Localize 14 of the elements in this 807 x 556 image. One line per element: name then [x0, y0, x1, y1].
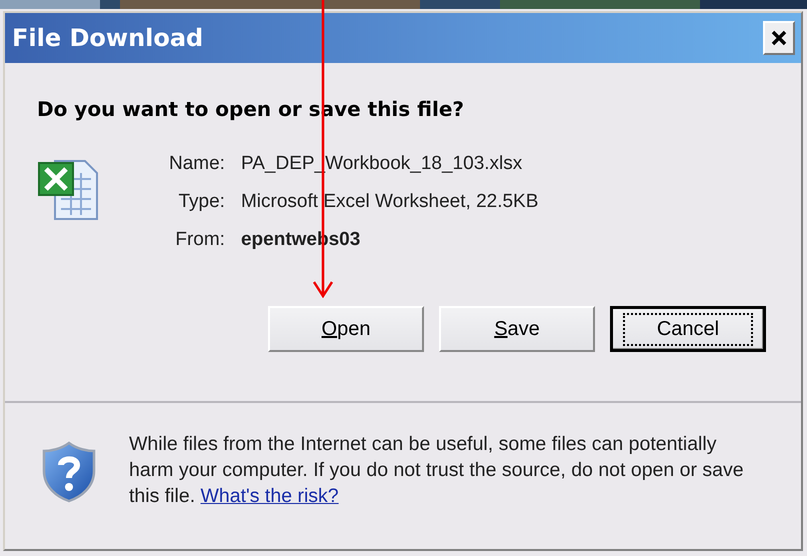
dialog-button[interactable]: Open	[268, 306, 424, 352]
field-label: From:	[174, 228, 225, 252]
dialog-button[interactable]: Save	[439, 306, 595, 352]
dialog-button[interactable]: Cancel	[610, 306, 766, 352]
close-icon	[770, 29, 788, 47]
risk-link[interactable]: What's the risk?	[200, 485, 339, 507]
field-label: Type:	[177, 190, 225, 214]
security-warning: While files from the Internet can be useful, some files can potentially harm your computer. If you do not trust the source, do not open or save this file. What's the risk?	[129, 432, 745, 509]
spreadsheet-file-icon	[37, 157, 99, 221]
field-value: Microsoft Excel Worksheet, 22.5KB	[240, 190, 538, 214]
shield-question-icon	[41, 441, 97, 503]
field-label: Name:	[169, 152, 225, 176]
close-button[interactable]	[763, 21, 795, 55]
window-title: File Download	[12, 24, 204, 52]
